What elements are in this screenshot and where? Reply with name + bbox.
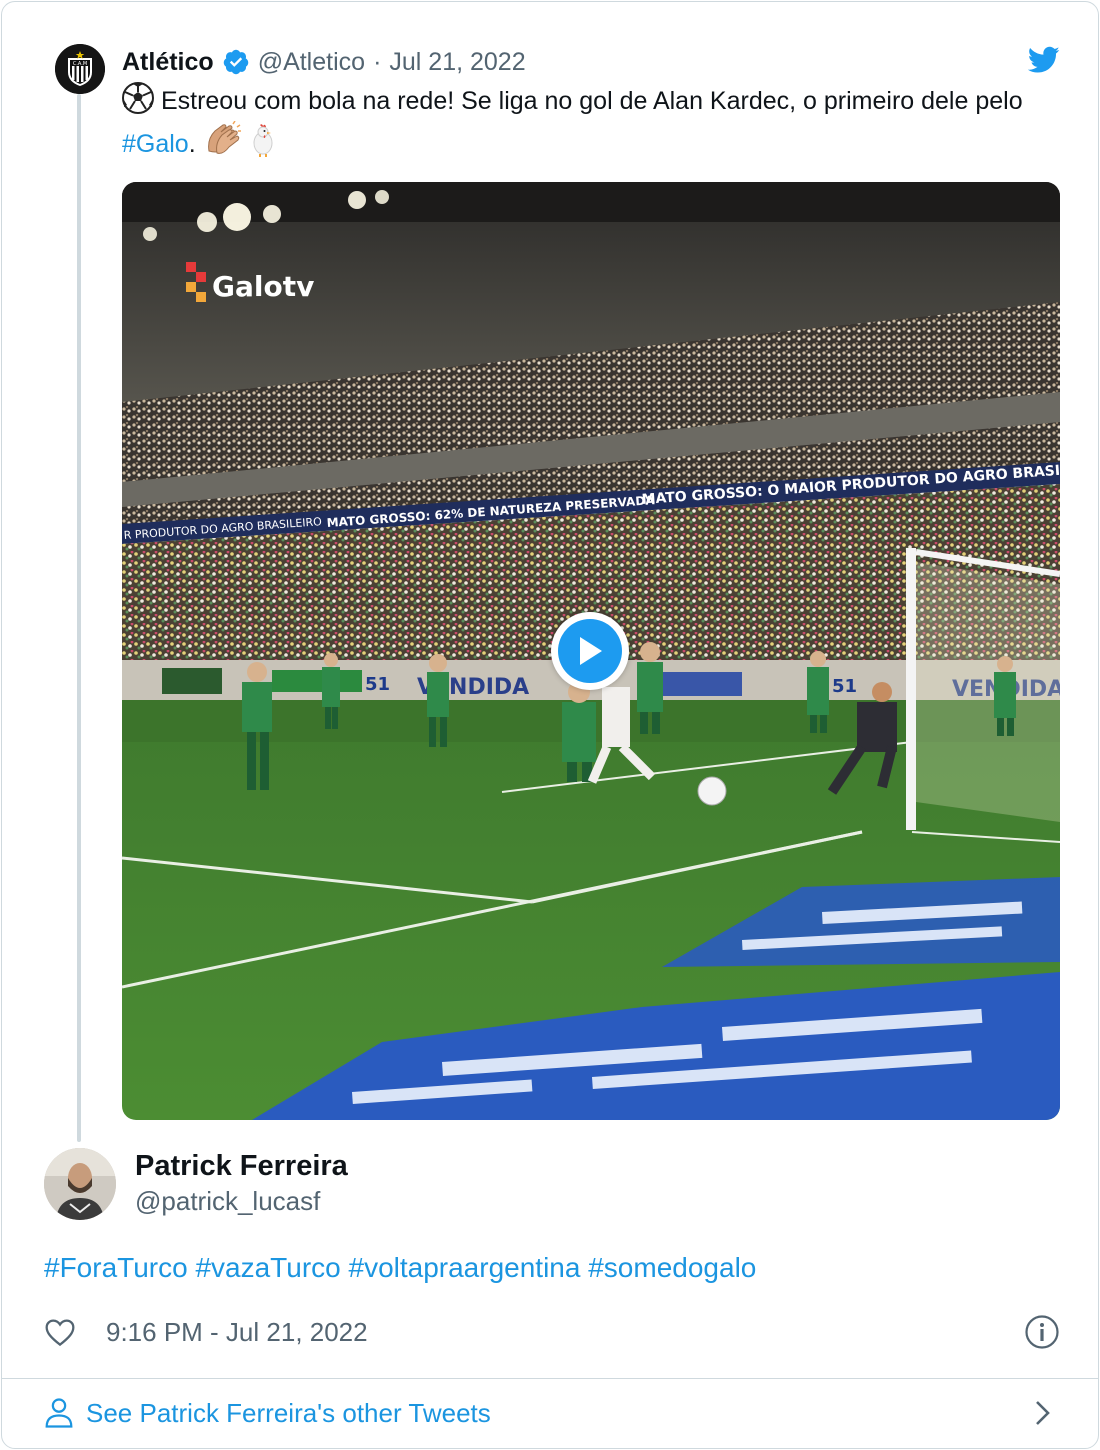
play-icon	[558, 619, 622, 683]
person-icon	[45, 1398, 73, 1428]
hashtag-somedogalo[interactable]: #somedogalo	[588, 1252, 756, 1283]
clapping-hands-icon	[207, 121, 241, 154]
rooster-icon	[253, 124, 273, 157]
chevron-right-icon[interactable]	[1032, 1398, 1054, 1428]
parent-tweet-header: Atlético @Atletico · Jul 21, 2022	[122, 44, 526, 80]
footer-divider	[2, 1378, 1098, 1379]
reply-timestamp[interactable]: 9:16 PM - Jul 21, 2022	[106, 1317, 368, 1348]
heart-icon[interactable]	[44, 1317, 76, 1347]
parent-author-name[interactable]: Atlético	[122, 48, 214, 77]
reply-author-name[interactable]: Patrick Ferreira	[135, 1150, 348, 1183]
tweet-embed-card: C.A.M Atlético @Atletico · Jul 21, 2022 …	[1, 1, 1099, 1449]
thread-connector-line	[77, 94, 81, 1142]
verified-badge-icon	[223, 49, 248, 75]
twitter-bird-icon[interactable]	[1028, 46, 1060, 74]
atletico-avatar[interactable]: C.A.M	[55, 44, 105, 94]
hashtag-galo[interactable]: #Galo	[122, 130, 189, 158]
separator-dot: ·	[373, 47, 382, 76]
ad-number-right: 51	[832, 676, 857, 697]
parent-tweet-text: Estreou com bola na rede! Se liga no gol…	[122, 82, 1062, 164]
soccer-ball-icon	[122, 82, 154, 114]
play-button[interactable]	[551, 612, 629, 690]
reply-tweet-text: #ForaTurco #vazaTurco #voltapraargentina…	[44, 1252, 756, 1284]
video-thumbnail[interactable]: R PRODUTOR DO AGRO BRASILEIRO MATO GROSS…	[122, 182, 1060, 1120]
svg-text:C.A.M: C.A.M	[73, 61, 87, 67]
parent-tweet-punctuation: .	[188, 130, 203, 158]
parent-author-handle[interactable]: @Atletico	[258, 48, 365, 77]
reply-author-handle[interactable]: @patrick_lucasf	[135, 1186, 320, 1217]
hashtag-vazaturco[interactable]: #vazaTurco	[195, 1252, 340, 1283]
see-other-tweets-link[interactable]: See Patrick Ferreira's other Tweets	[44, 1392, 491, 1434]
see-other-tweets-label: See Patrick Ferreira's other Tweets	[86, 1397, 491, 1428]
info-icon[interactable]	[1024, 1314, 1060, 1350]
hashtag-foraturco[interactable]: #ForaTurco	[44, 1252, 188, 1283]
hashtag-voltapraargentina[interactable]: #voltapraargentina	[349, 1252, 581, 1283]
tweet-meta-row: 9:16 PM - Jul 21, 2022	[44, 1312, 368, 1352]
parent-tweet-body: Estreou com bola na rede! Se liga no gol…	[160, 87, 1023, 115]
patrick-avatar[interactable]	[44, 1148, 116, 1220]
parent-tweet-date[interactable]: Jul 21, 2022	[389, 48, 525, 77]
ad-number-left: 51	[365, 674, 390, 695]
svg-text:Galotv: Galotv	[212, 270, 314, 303]
